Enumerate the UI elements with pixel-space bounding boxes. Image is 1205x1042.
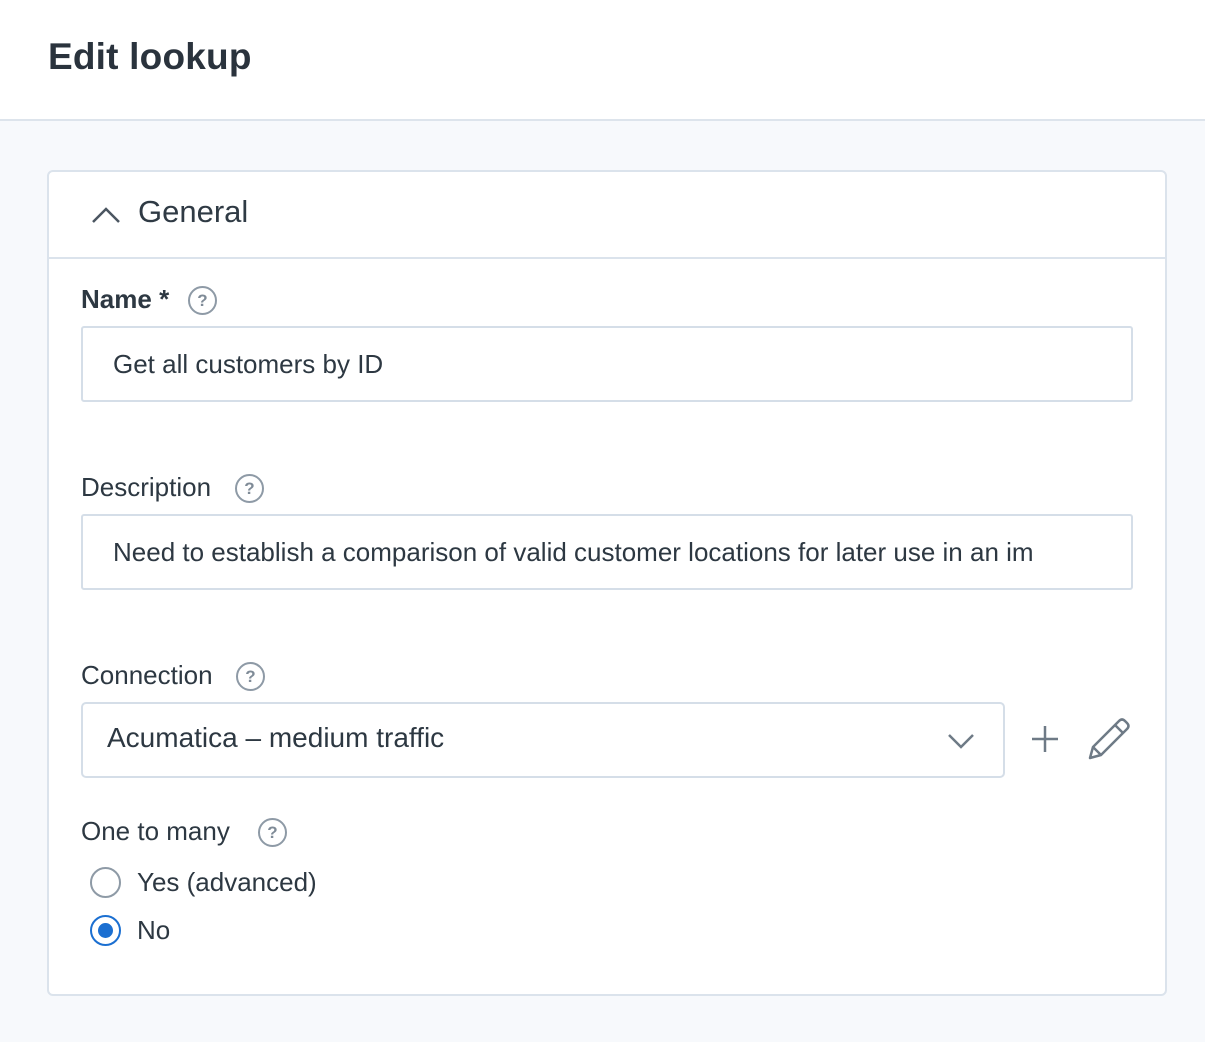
- radio-button-no[interactable]: [90, 915, 121, 946]
- required-marker: *: [159, 284, 170, 314]
- radio-selected-dot: [98, 923, 113, 938]
- radio-option-no[interactable]: No: [90, 915, 170, 946]
- name-help-icon[interactable]: ?: [188, 286, 217, 315]
- edit-connection-pencil-icon[interactable]: [1086, 716, 1132, 762]
- connection-help-icon[interactable]: ?: [236, 662, 265, 691]
- one-to-many-label: One to many: [81, 816, 230, 846]
- name-input[interactable]: [81, 326, 1133, 402]
- general-section-toggle[interactable]: General: [49, 172, 1165, 259]
- radio-label-yes: Yes (advanced): [137, 867, 317, 897]
- radio-label-no: No: [137, 915, 171, 945]
- name-label: Name *: [81, 284, 169, 315]
- chevron-down-icon: [948, 734, 974, 749]
- one-to-many-help-icon[interactable]: ?: [258, 818, 287, 847]
- connection-select[interactable]: Acumatica – medium traffic: [81, 702, 1005, 778]
- description-help-icon[interactable]: ?: [235, 474, 264, 503]
- connection-label: Connection: [81, 660, 213, 690]
- add-connection-plus-icon[interactable]: [1030, 724, 1060, 754]
- description-input[interactable]: [81, 514, 1133, 590]
- radio-button-yes[interactable]: [90, 867, 121, 898]
- page-header: Edit lookup: [0, 0, 1205, 121]
- radio-option-yes-advanced[interactable]: Yes (advanced): [90, 867, 317, 898]
- name-label-text: Name: [81, 284, 152, 314]
- page-title: Edit lookup: [48, 36, 252, 77]
- chevron-up-icon: [92, 207, 120, 223]
- section-title: General: [138, 194, 249, 229]
- connection-selected-value: Acumatica – medium traffic: [107, 722, 445, 753]
- description-label: Description: [81, 472, 212, 502]
